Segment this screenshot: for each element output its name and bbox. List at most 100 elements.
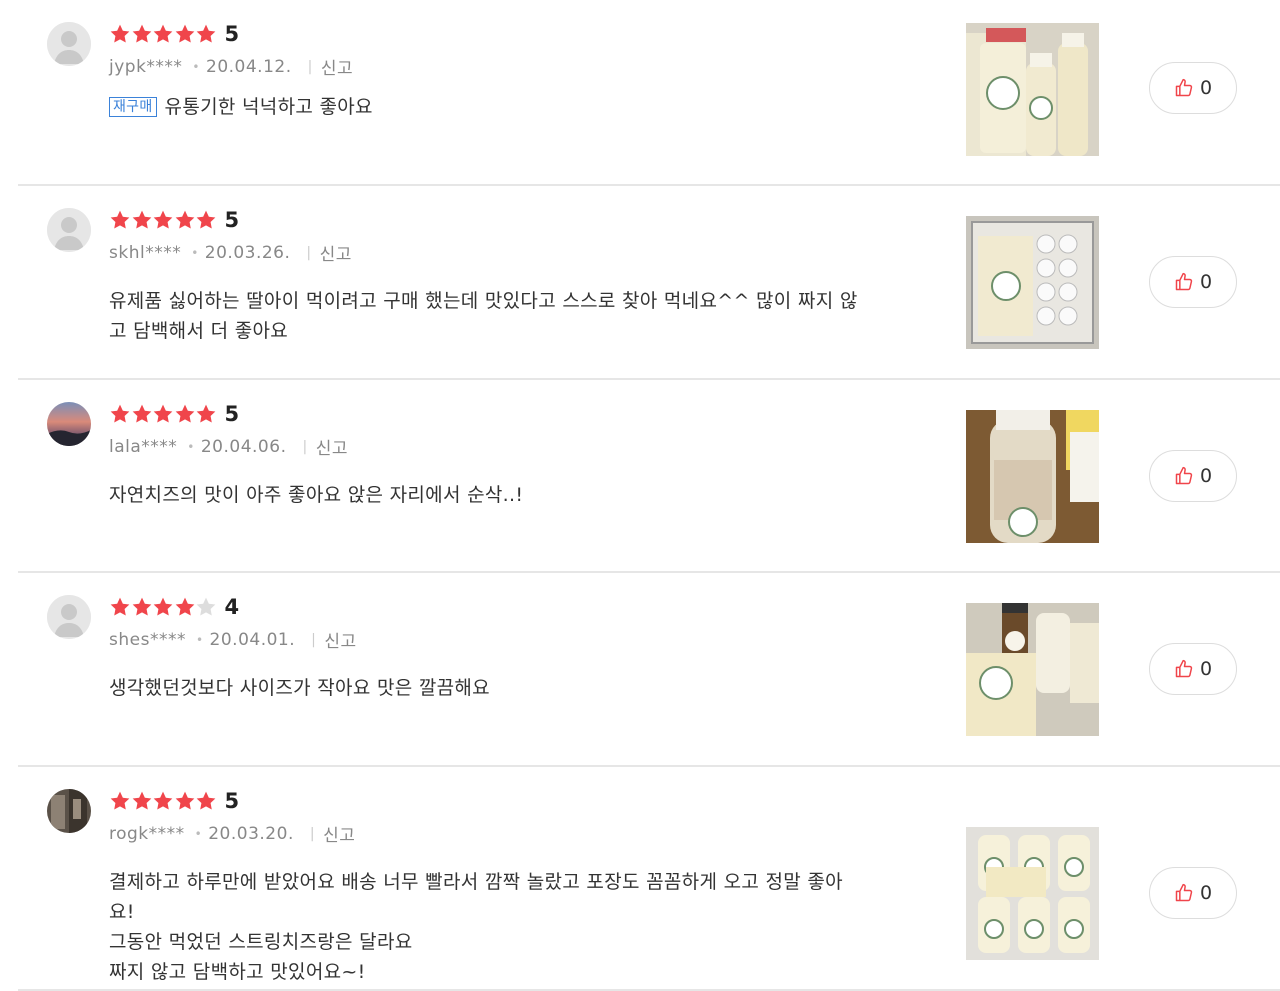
like-count: 0 [1199, 658, 1213, 680]
review-meta: rogk**** • 20.03.20. | 신고 [109, 821, 355, 847]
reviewer-id: skhl**** [109, 242, 182, 263]
report-link[interactable]: 신고 [321, 54, 353, 79]
rating-score: 4 [224, 594, 240, 619]
star-rating [109, 596, 217, 618]
star-icon [131, 23, 153, 45]
star-icon [195, 790, 217, 812]
review-text-content: 유제품 싫어하는 딸아이 먹이려고 구매 했는데 맛있다고 스스로 찾아 먹네요… [109, 290, 858, 312]
thumbs-up-icon [1174, 78, 1194, 98]
reviewer-id: jypk**** [109, 56, 183, 77]
star-icon [195, 209, 217, 231]
avatar [47, 208, 91, 252]
review-meta: lala**** • 20.04.06. | 신고 [109, 434, 348, 460]
separator-bar: | [311, 631, 317, 648]
rating-row: 5 [109, 206, 239, 234]
report-link[interactable]: 신고 [323, 821, 355, 846]
review-text: 결제하고 하루만에 받았어요 배송 너무 빨라서 깜짝 놀랐고 포장도 꼼꼼하게… [109, 867, 929, 987]
review-date: 20.03.20. [208, 823, 294, 844]
review-date: 20.04.01. [209, 629, 296, 650]
review-text-line: 요! [109, 897, 929, 927]
review-text-content: 요! [109, 901, 135, 923]
repurchase-badge: 재구매 [109, 97, 157, 117]
review-text-content: 그동안 먹었던 스트링치즈랑은 달라요 [109, 931, 413, 953]
review-text-line: 짜지 않고 담백하고 맛있어요~! [109, 957, 929, 987]
review-text-line: 유제품 싫어하는 딸아이 먹이려고 구매 했는데 맛있다고 스스로 찾아 먹네요… [109, 286, 929, 316]
star-icon [109, 790, 131, 812]
review-photo[interactable] [966, 23, 1099, 156]
star-icon [174, 596, 196, 618]
star-icon [131, 790, 153, 812]
review-text: 유제품 싫어하는 딸아이 먹이려고 구매 했는데 맛있다고 스스로 찾아 먹네요… [109, 286, 929, 346]
thumbs-up-icon [1174, 883, 1194, 903]
like-button[interactable]: 0 [1149, 450, 1237, 502]
separator-dot: • [191, 245, 199, 260]
review-text-line: 생각했던것보다 사이즈가 작아요 맛은 깔끔해요 [109, 673, 929, 703]
star-icon [152, 596, 174, 618]
review-text: 자연치즈의 맛이 아주 좋아요 앉은 자리에서 순삭..! [109, 480, 929, 510]
star-icon [109, 403, 131, 425]
rating-score: 5 [224, 21, 240, 46]
star-icon [152, 23, 174, 45]
report-link[interactable]: 신고 [324, 627, 356, 652]
star-rating [109, 209, 217, 231]
report-link[interactable]: 신고 [320, 240, 352, 265]
rating-score: 5 [224, 401, 240, 426]
thumbs-up-icon [1174, 659, 1194, 679]
star-icon [174, 403, 196, 425]
review-item: 5 lala**** • 20.04.06. | 신고 자연치즈의 맛이 아주 좋아요 앉은… [18, 380, 1280, 573]
like-button[interactable]: 0 [1149, 643, 1237, 695]
star-icon [131, 596, 153, 618]
review-text-line: 재구매 유통기한 넉넉하고 좋아요 [109, 92, 929, 122]
avatar [47, 789, 91, 833]
review-item: 4 shes**** • 20.04.01. | 신고생각했던것보다 사이즈가 작아요 맛… [18, 573, 1280, 767]
separator-bar: | [306, 244, 312, 261]
review-photo[interactable] [966, 216, 1099, 349]
avatar [47, 22, 91, 66]
star-icon [195, 23, 217, 45]
review-photo[interactable] [966, 410, 1099, 543]
avatar [47, 595, 91, 639]
review-item: 5 skhl**** • 20.03.26. | 신고유제품 싫어하는 딸아이 먹이려고 … [18, 186, 1280, 380]
reviewer-id: shes**** [109, 629, 186, 650]
separator-dot: • [192, 59, 200, 74]
review-meta: skhl**** • 20.03.26. | 신고 [109, 240, 352, 266]
avatar [47, 402, 91, 446]
review-text: 재구매 유통기한 넉넉하고 좋아요 [109, 92, 929, 122]
reviewer-id: rogk**** [109, 823, 185, 844]
review-item: 5 rogk**** • 20.03.20. | 신고 결제하고 하루만에 받았어요 배송 … [18, 767, 1280, 991]
separator-dot: • [187, 439, 195, 454]
review-photo[interactable] [966, 603, 1099, 736]
like-button[interactable]: 0 [1149, 256, 1237, 308]
review-photo[interactable] [966, 827, 1099, 960]
separator-dot: • [195, 632, 204, 647]
star-icon [195, 596, 217, 618]
separator-dot: • [194, 826, 203, 841]
rating-row: 5 [109, 400, 239, 428]
review-text: 생각했던것보다 사이즈가 작아요 맛은 깔끔해요 [109, 673, 929, 703]
star-icon [174, 209, 196, 231]
star-icon [131, 209, 153, 231]
review-meta: jypk**** • 20.04.12. | 신고 [109, 54, 353, 80]
review-text-line: 그동안 먹었던 스트링치즈랑은 달라요 [109, 927, 929, 957]
rating-score: 5 [224, 788, 240, 813]
star-icon [152, 403, 174, 425]
star-icon [109, 23, 131, 45]
star-icon [152, 790, 174, 812]
separator-bar: | [302, 438, 308, 455]
review-date: 20.03.26. [204, 242, 291, 263]
rating-row: 5 [109, 787, 239, 815]
review-text-content: 고 담백해서 더 좋아요 [109, 320, 289, 342]
rating-row: 5 [109, 20, 239, 48]
rating-score: 5 [224, 207, 240, 232]
review-text-line: 자연치즈의 맛이 아주 좋아요 앉은 자리에서 순삭..! [109, 480, 929, 510]
review-text-content: 결제하고 하루만에 받았어요 배송 너무 빨라서 깜짝 놀랐고 포장도 꼼꼼하게… [109, 871, 843, 893]
star-rating [109, 23, 217, 45]
rating-row: 4 [109, 593, 239, 621]
report-link[interactable]: 신고 [316, 434, 348, 459]
like-button[interactable]: 0 [1149, 62, 1237, 114]
review-text-content: 짜지 않고 담백하고 맛있어요~! [109, 961, 366, 983]
review-text-content: 자연치즈의 맛이 아주 좋아요 앉은 자리에서 순삭..! [109, 484, 524, 506]
review-meta: shes**** • 20.04.01. | 신고 [109, 627, 357, 653]
like-button[interactable]: 0 [1149, 867, 1237, 919]
thumbs-up-icon [1174, 272, 1194, 292]
